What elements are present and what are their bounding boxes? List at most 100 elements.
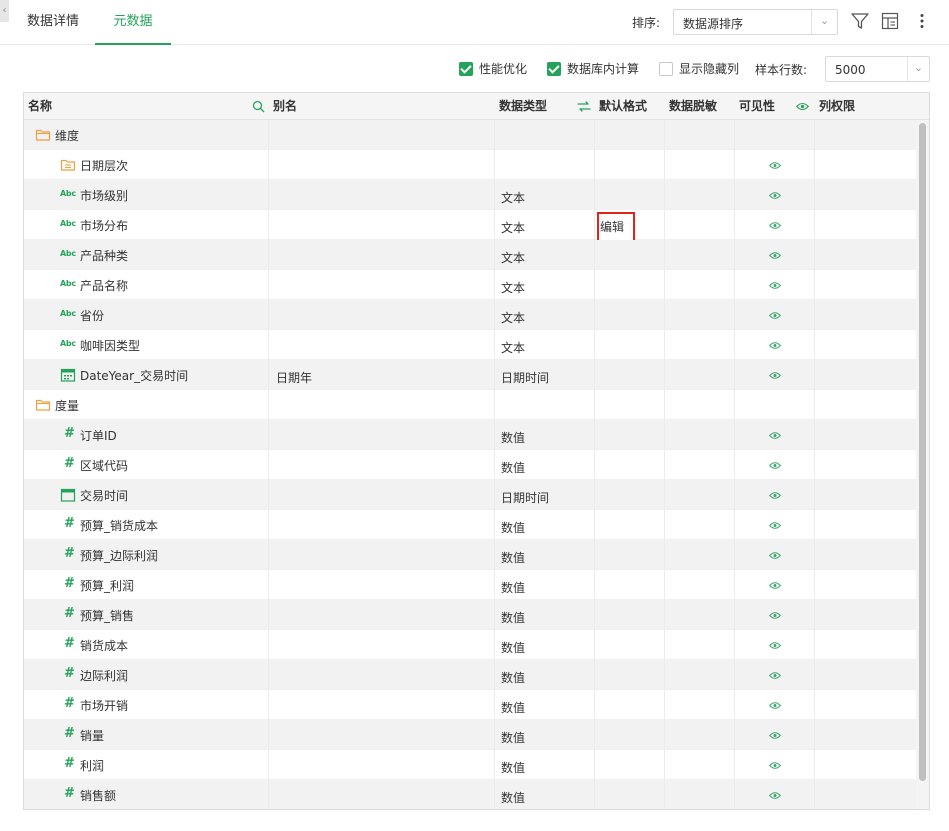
field-row[interactable]: Abc 省份 文本 — [24, 300, 916, 330]
masking-cell[interactable] — [665, 600, 735, 630]
field-row[interactable]: # 预算_销售 数值 — [24, 600, 916, 630]
permission-cell[interactable] — [815, 510, 916, 540]
field-row[interactable]: 日期层次 — [24, 150, 916, 180]
masking-cell[interactable] — [665, 150, 735, 180]
alias-cell[interactable] — [269, 420, 495, 450]
checkbox-checked-icon[interactable] — [459, 62, 473, 76]
permission-cell[interactable] — [815, 540, 916, 570]
tab-metadata[interactable]: 元数据 — [95, 0, 171, 45]
alias-cell[interactable] — [269, 540, 495, 570]
type-cell[interactable]: 数值 — [495, 450, 595, 480]
type-cell[interactable]: 数值 — [495, 570, 595, 600]
type-cell[interactable] — [495, 150, 595, 180]
type-cell[interactable]: 数值 — [495, 750, 595, 780]
masking-cell[interactable] — [665, 210, 735, 240]
field-row[interactable]: DateYear_交易时间 日期年 日期时间 — [24, 360, 916, 390]
format-cell[interactable] — [595, 390, 665, 420]
format-cell[interactable] — [595, 780, 665, 809]
folder-row[interactable]: 度量 — [24, 390, 916, 420]
masking-cell[interactable] — [665, 360, 735, 390]
eye-icon[interactable] — [768, 459, 782, 473]
eye-icon[interactable] — [768, 279, 782, 293]
eye-icon[interactable] — [768, 369, 782, 383]
field-row[interactable]: Abc 咖啡因类型 文本 — [24, 330, 916, 360]
format-cell[interactable] — [595, 180, 665, 210]
type-cell[interactable]: 数值 — [495, 420, 595, 450]
masking-cell[interactable] — [665, 390, 735, 420]
field-row[interactable]: # 利润 数值 — [24, 750, 916, 780]
permission-cell[interactable] — [815, 300, 916, 330]
format-cell[interactable] — [595, 720, 665, 750]
permission-cell[interactable] — [815, 570, 916, 600]
format-cell[interactable] — [595, 690, 665, 720]
permission-cell[interactable] — [815, 600, 916, 630]
format-cell[interactable] — [595, 600, 665, 630]
alias-cell[interactable] — [269, 750, 495, 780]
eye-icon[interactable] — [768, 669, 782, 683]
field-row[interactable]: Abc 市场级别 文本 — [24, 180, 916, 210]
format-cell[interactable] — [595, 270, 665, 300]
masking-cell[interactable] — [665, 420, 735, 450]
format-cell[interactable] — [595, 510, 665, 540]
performance-optimization-checkbox[interactable]: 性能优化 — [459, 61, 527, 77]
type-cell[interactable]: 文本 — [495, 330, 595, 360]
type-cell[interactable]: 日期时间 — [495, 360, 595, 390]
sample-rows-select[interactable]: 5000 ⌄ — [825, 56, 930, 82]
field-row[interactable]: # 预算_销货成本 数值 — [24, 510, 916, 540]
show-hidden-columns-checkbox[interactable]: 显示隐藏列 — [659, 61, 739, 77]
type-cell[interactable]: 数值 — [495, 660, 595, 690]
masking-cell[interactable] — [665, 300, 735, 330]
format-cell[interactable] — [595, 240, 665, 270]
type-cell[interactable]: 数值 — [495, 510, 595, 540]
column-header-type[interactable]: 数据类型 — [495, 93, 547, 120]
eye-icon[interactable] — [796, 102, 809, 111]
type-cell[interactable]: 文本 — [495, 270, 595, 300]
format-cell[interactable]: 编辑 — [595, 210, 665, 243]
type-cell[interactable]: 数值 — [495, 720, 595, 750]
permission-cell[interactable] — [815, 420, 916, 450]
permission-cell[interactable] — [815, 450, 916, 480]
format-cell[interactable] — [595, 660, 665, 690]
alias-cell[interactable] — [269, 180, 495, 210]
eye-icon[interactable] — [768, 609, 782, 623]
alias-cell[interactable] — [269, 150, 495, 180]
masking-cell[interactable] — [665, 510, 735, 540]
chevron-down-icon[interactable]: ⌄ — [907, 57, 929, 81]
type-cell[interactable]: 数值 — [495, 540, 595, 570]
format-cell[interactable] — [595, 480, 665, 510]
permission-cell[interactable] — [815, 480, 916, 510]
field-row[interactable]: # 订单ID 数值 — [24, 420, 916, 450]
type-cell[interactable]: 数值 — [495, 630, 595, 660]
field-row[interactable]: # 销售额 数值 — [24, 780, 916, 809]
permission-cell[interactable] — [815, 120, 916, 150]
eye-icon[interactable] — [768, 789, 782, 803]
alias-cell[interactable] — [269, 780, 495, 809]
search-icon[interactable] — [252, 100, 265, 113]
eye-icon[interactable] — [768, 549, 782, 563]
field-row[interactable]: # 边际利润 数值 — [24, 660, 916, 690]
permission-cell[interactable] — [815, 780, 916, 809]
format-cell[interactable] — [595, 420, 665, 450]
format-cell[interactable] — [595, 360, 665, 390]
type-cell[interactable] — [495, 120, 595, 150]
field-row[interactable]: Abc 产品名称 文本 — [24, 270, 916, 300]
alias-cell[interactable] — [269, 570, 495, 600]
eye-icon[interactable] — [768, 759, 782, 773]
format-cell[interactable] — [595, 300, 665, 330]
field-row[interactable]: Abc 市场分布 文本 编辑 — [24, 210, 916, 243]
permission-cell[interactable] — [815, 330, 916, 360]
field-row[interactable]: 交易时间 日期时间 — [24, 480, 916, 510]
type-cell[interactable]: 文本 — [495, 300, 595, 330]
alias-cell[interactable] — [269, 300, 495, 330]
scrollbar-thumb[interactable] — [919, 123, 926, 781]
alias-cell[interactable] — [269, 690, 495, 720]
masking-cell[interactable] — [665, 180, 735, 210]
alias-cell[interactable] — [269, 270, 495, 300]
format-cell[interactable] — [595, 630, 665, 660]
permission-cell[interactable] — [815, 750, 916, 780]
format-cell[interactable] — [595, 150, 665, 180]
masking-cell[interactable] — [665, 270, 735, 300]
type-cell[interactable]: 数值 — [495, 690, 595, 720]
more-vertical-icon[interactable] — [912, 11, 932, 31]
eye-icon[interactable] — [768, 639, 782, 653]
